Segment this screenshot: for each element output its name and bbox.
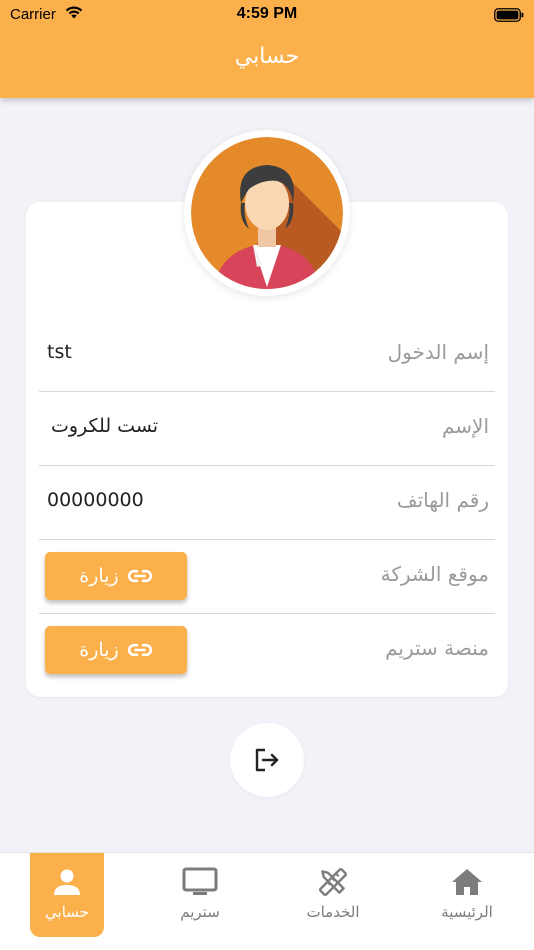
visit-label: زيارة (79, 565, 119, 587)
tab-label: ستريم (180, 903, 220, 921)
name-label: الإسم (441, 414, 489, 438)
phone-label: رقم الهاتف (396, 488, 489, 512)
tab-services[interactable]: الخدمات (296, 853, 370, 937)
name-value: تست للكروت (51, 415, 159, 437)
username-label: إسم الدخول (387, 340, 489, 364)
link-icon (127, 643, 153, 657)
stream-platform-row: منصة ستريم زيارة (39, 614, 495, 688)
person-icon (52, 867, 82, 897)
bottom-tab-bar: حسابي ستريم الخدمات الرئيسية (0, 852, 534, 950)
logout-icon (255, 748, 279, 772)
link-icon (127, 569, 153, 583)
app-header: Carrier 4:59 PM حسابي (0, 0, 534, 98)
username-value: tst (47, 341, 72, 363)
company-site-row: موقع الشركة زيارة (39, 540, 495, 614)
status-bar: Carrier 4:59 PM (0, 0, 534, 30)
battery-icon (494, 7, 524, 26)
company-site-label: موقع الشركة (380, 562, 489, 586)
page-title: حسابي (234, 44, 300, 69)
user-avatar-icon (191, 137, 343, 289)
tab-home[interactable]: الرئيسية (430, 853, 504, 937)
status-time: 4:59 PM (236, 5, 298, 22)
home-icon (451, 867, 483, 897)
logout-button[interactable] (230, 723, 304, 797)
stream-platform-label: منصة ستريم (385, 636, 489, 660)
avatar (184, 130, 350, 296)
company-site-visit-button[interactable]: زيارة (45, 552, 187, 600)
visit-label: زيارة (79, 639, 119, 661)
phone-value: 00000000 (47, 489, 144, 511)
phone-row: رقم الهاتف 00000000 (39, 466, 495, 540)
tab-my-account[interactable]: حسابي (30, 853, 104, 937)
username-row: إسم الدخول tst (39, 318, 495, 392)
stream-platform-visit-button[interactable]: زيارة (45, 626, 187, 674)
name-row: الإسم تست للكروت (39, 392, 495, 466)
tab-label: حسابي (45, 903, 89, 921)
tab-stream[interactable]: ستريم (163, 853, 237, 937)
tools-icon (317, 867, 349, 897)
tab-label: الرئيسية (441, 903, 493, 921)
monitor-icon (182, 867, 218, 897)
tab-label: الخدمات (306, 903, 360, 921)
